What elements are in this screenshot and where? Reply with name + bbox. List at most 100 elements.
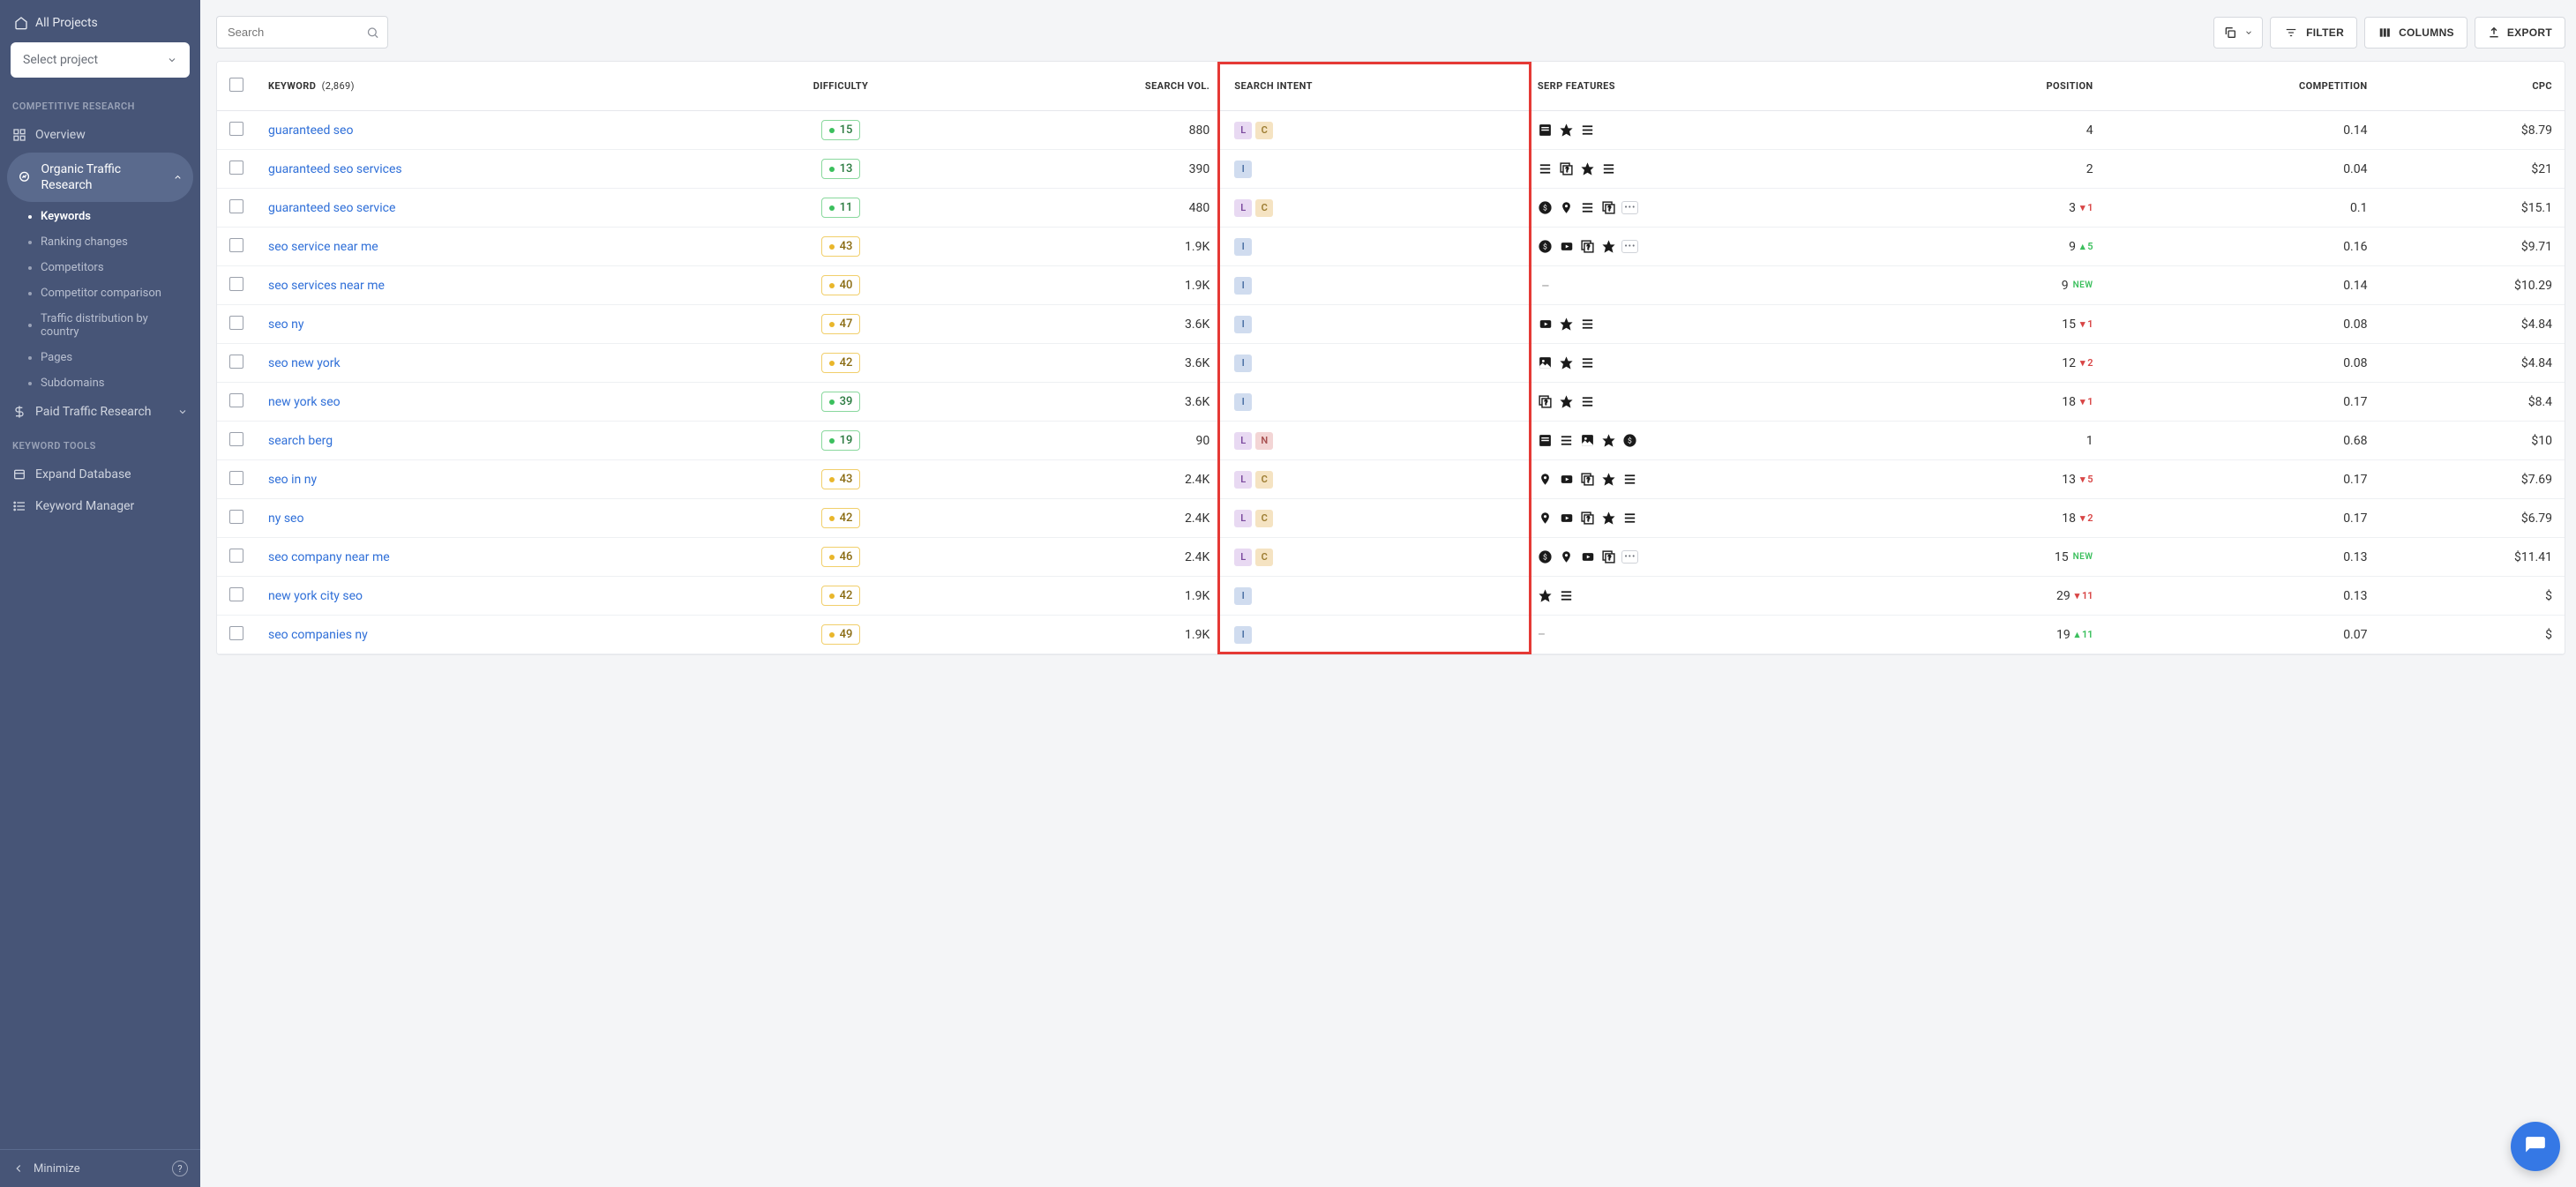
sidebar-sub-item[interactable]: Ranking changes — [0, 229, 200, 255]
row-checkbox[interactable] — [229, 316, 243, 330]
serp-more-icon: ••• — [1622, 200, 1638, 216]
more-icon[interactable]: ••• — [1621, 240, 1638, 253]
bullet-icon — [28, 292, 32, 295]
intent-badge-l: L — [1234, 199, 1252, 217]
competition-cell: 0.68 — [2106, 422, 2380, 460]
section-competitive: COMPETITIVE RESEARCH — [0, 88, 200, 119]
more-icon[interactable]: ••• — [1621, 550, 1638, 564]
export-button[interactable]: EXPORT — [2475, 17, 2565, 49]
competition-cell: 0.1 — [2106, 189, 2380, 228]
sidebar: All Projects Select project COMPETITIVE … — [0, 0, 200, 1187]
sidebar-sub-item[interactable]: Traffic distribution by country — [0, 306, 200, 345]
copy-dropdown-button[interactable] — [2213, 17, 2263, 49]
difficulty-badge: 49 — [821, 624, 861, 645]
keyword-link[interactable]: guaranteed seo service — [268, 201, 395, 215]
col-competition[interactable]: COMPETITION — [2106, 62, 2380, 111]
serp-star-icon — [1601, 239, 1617, 255]
row-checkbox[interactable] — [229, 199, 243, 213]
row-checkbox[interactable] — [229, 432, 243, 446]
nav-paid-traffic[interactable]: Paid Traffic Research — [0, 396, 200, 428]
help-icon[interactable]: ? — [172, 1161, 188, 1176]
project-select[interactable]: Select project — [11, 42, 190, 78]
col-keyword[interactable]: KEYWORD (2,869) — [256, 62, 723, 111]
keyword-link[interactable]: seo service near me — [268, 240, 378, 254]
table-row: seo companies ny491.9KI–19▴ 110.07$ — [217, 616, 2565, 654]
columns-icon — [2378, 26, 2392, 39]
cpc-cell: $21 — [2379, 150, 2565, 189]
nav-keyword-manager[interactable]: Keyword Manager — [0, 490, 200, 522]
chat-widget[interactable] — [2511, 1122, 2560, 1171]
row-checkbox[interactable] — [229, 161, 243, 175]
keyword-link[interactable]: search berg — [268, 434, 333, 448]
more-icon[interactable]: ••• — [1621, 201, 1638, 214]
col-serp-features[interactable]: SERP FEATURES — [1525, 62, 1895, 111]
serp-features-cell — [1538, 588, 1883, 604]
serp-list-icon — [1580, 317, 1596, 332]
col-search-vol[interactable]: SEARCH VOL. — [958, 62, 1222, 111]
sidebar-sub-item[interactable]: Competitors — [0, 255, 200, 280]
serp-features-cell: $?••• — [1538, 549, 1883, 565]
position-cell: 4 — [1907, 123, 2093, 138]
keyword-link[interactable]: guaranteed seo — [268, 123, 353, 138]
sidebar-sub-item[interactable]: Pages — [0, 345, 200, 370]
row-checkbox[interactable] — [229, 471, 243, 485]
keyword-link[interactable]: seo ny — [268, 317, 303, 332]
intent-cell: I — [1222, 383, 1525, 422]
serp-list-icon — [1559, 588, 1575, 604]
table-row: seo in ny432.4KLC?13▾ 50.17$7.69 — [217, 460, 2565, 499]
row-checkbox[interactable] — [229, 549, 243, 563]
select-all-checkbox[interactable] — [229, 78, 243, 92]
chevron-down-icon — [177, 407, 188, 417]
all-projects-link[interactable]: All Projects — [11, 11, 190, 42]
sidebar-sub-item[interactable]: Subdomains — [0, 370, 200, 396]
row-checkbox[interactable] — [229, 277, 243, 291]
intent-cell: I — [1222, 150, 1525, 189]
export-icon — [2488, 26, 2500, 39]
sub-item-label: Subdomains — [41, 377, 104, 390]
serp-faq-icon: ? — [1580, 511, 1596, 526]
competition-cell: 0.16 — [2106, 228, 2380, 266]
competition-cell: 0.13 — [2106, 577, 2380, 616]
col-position[interactable]: POSITION — [1895, 62, 2106, 111]
keyword-link[interactable]: seo new york — [268, 356, 341, 370]
keyword-link[interactable]: seo in ny — [268, 473, 317, 487]
filter-button[interactable]: FILTER — [2270, 17, 2357, 49]
row-checkbox[interactable] — [229, 355, 243, 369]
keyword-link[interactable]: seo companies ny — [268, 628, 368, 642]
col-difficulty[interactable]: DIFFICULTY — [723, 62, 958, 111]
row-checkbox[interactable] — [229, 393, 243, 407]
keyword-link[interactable]: seo services near me — [268, 279, 385, 293]
search-vol-cell: 1.9K — [958, 228, 1222, 266]
difficulty-badge: 43 — [821, 236, 861, 257]
nav-expand-database[interactable]: Expand Database — [0, 459, 200, 490]
row-checkbox[interactable] — [229, 626, 243, 640]
search-input[interactable] — [216, 16, 388, 49]
col-search-intent[interactable]: SEARCH INTENT — [1222, 62, 1525, 111]
row-checkbox[interactable] — [229, 510, 243, 524]
intent-badge-l: L — [1234, 122, 1252, 139]
serp-more-icon: ••• — [1622, 239, 1638, 255]
keyword-link[interactable]: guaranteed seo services — [268, 162, 402, 176]
nav-overview[interactable]: Overview — [0, 119, 200, 151]
serp-list-icon — [1580, 394, 1596, 410]
serp-star-icon — [1538, 588, 1554, 604]
sidebar-sub-item[interactable]: Keywords — [0, 204, 200, 229]
keyword-link[interactable]: seo company near me — [268, 550, 390, 564]
sidebar-sub-item[interactable]: Competitor comparison — [0, 280, 200, 306]
minimize-button[interactable]: Minimize ? — [0, 1149, 200, 1187]
row-checkbox[interactable] — [229, 587, 243, 601]
nav-organic-traffic[interactable]: Organic Traffic Research — [7, 153, 193, 202]
columns-button[interactable]: COLUMNS — [2364, 17, 2467, 49]
intent-cell: I — [1222, 577, 1525, 616]
keyword-link[interactable]: new york seo — [268, 395, 341, 409]
row-checkbox[interactable] — [229, 238, 243, 252]
svg-text:$: $ — [1543, 203, 1547, 213]
keyword-link[interactable]: new york city seo — [268, 589, 363, 603]
bullet-icon — [28, 266, 32, 270]
difficulty-badge: 40 — [821, 275, 861, 295]
row-checkbox[interactable] — [229, 122, 243, 136]
keyword-link[interactable]: ny seo — [268, 511, 303, 526]
difficulty-badge: 47 — [821, 314, 861, 334]
search-vol-cell: 2.4K — [958, 499, 1222, 538]
col-cpc[interactable]: CPC — [2379, 62, 2565, 111]
